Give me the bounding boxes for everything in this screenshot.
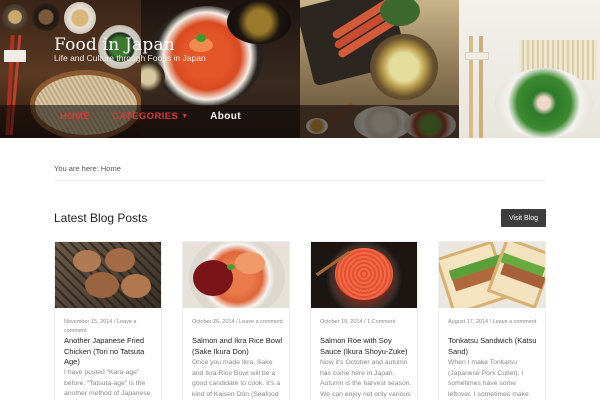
post-meta: August 17, 2014 / Leave a comment: [448, 319, 537, 325]
post-thumbnail[interactable]: [311, 242, 417, 308]
post-excerpt: Once you made Ikra, Sake and Ikra Rice B…: [192, 359, 281, 398]
post-excerpt: I have posted “Kara-age” before. “Tatsut…: [64, 369, 151, 397]
nav-item-categories[interactable]: Categories ▼: [112, 111, 188, 122]
header-photo-salad: [459, 0, 600, 138]
breadcrumb-current: Home: [100, 164, 121, 173]
site-header: Food in Japan Life and Culture through F…: [0, 0, 600, 138]
chevron-down-icon: ▼: [181, 113, 189, 120]
post-meta: November 15, 2014 / Leave a comment: [64, 319, 137, 334]
post-card: November 15, 2014 / Leave a comment Anot…: [54, 241, 162, 400]
post-card: August 17, 2014 / Leave a comment Tonkat…: [438, 241, 546, 400]
post-excerpt: When I make Tonkatsu (Japanese Pork Cutl…: [448, 359, 529, 398]
post-thumbnail[interactable]: [439, 242, 545, 308]
post-title[interactable]: Tonkatsu Sandwich (Katsu Sand): [448, 336, 540, 357]
breadcrumb: You are here: Home: [54, 164, 121, 173]
divider: [54, 180, 546, 181]
nav-item-about[interactable]: About: [210, 111, 241, 122]
visit-blog-button[interactable]: Visit Blog: [501, 209, 546, 227]
nav-item-categories-label: Categories: [112, 111, 179, 122]
post-meta: October 26, 2014 / Leave a comment: [192, 319, 283, 325]
main-nav: Home Categories ▼ About: [60, 111, 241, 122]
post-title[interactable]: Salmon Roe with Soy Sauce (Ikura Shoyu-Z…: [320, 336, 412, 357]
post-card: October 19, 2014 / 1 Comment Salmon Roe …: [310, 241, 418, 400]
post-excerpt: Now it's October and autumn has come her…: [320, 359, 412, 398]
post-meta: October 19, 2014 / 1 Comment: [320, 319, 396, 325]
breadcrumb-prefix: You are here:: [54, 164, 99, 173]
post-card: October 26, 2014 / Leave a comment Salmo…: [182, 241, 290, 400]
site-title[interactable]: Food in Japan: [54, 35, 175, 55]
nav-item-home[interactable]: Home: [60, 111, 90, 122]
site-tagline: Life and Culture through Foods in Japan: [54, 53, 206, 63]
section-title: Latest Blog Posts: [54, 211, 148, 225]
post-title[interactable]: Another Japanese Fried Chicken (Tori no …: [64, 336, 156, 368]
post-thumbnail[interactable]: [183, 242, 289, 308]
post-title[interactable]: Salmon and Ikra Rice Bowl (Sake Ikura Do…: [192, 336, 284, 357]
post-thumbnail[interactable]: [55, 242, 161, 308]
